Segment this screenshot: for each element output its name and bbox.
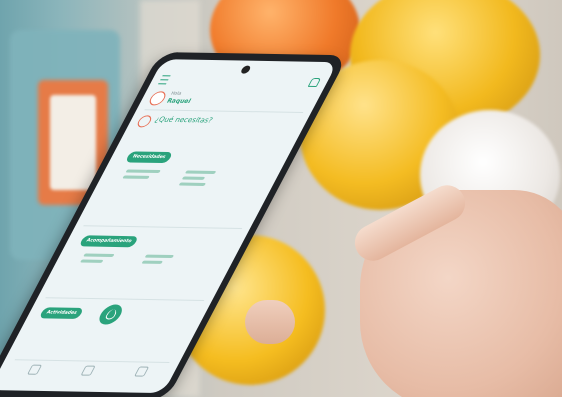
- photo-scene: Hola Raquel ¿Qué necesitas? Necesidades …: [0, 0, 562, 397]
- section-button-activities[interactable]: Actividades: [38, 307, 85, 319]
- leaf-button[interactable]: [95, 304, 126, 325]
- bell-icon[interactable]: [307, 77, 322, 88]
- section-item[interactable]: [80, 253, 128, 264]
- menu-icon[interactable]: [158, 75, 171, 85]
- greeting-name: Raquel: [165, 97, 193, 105]
- greeting-small: Hola: [169, 91, 183, 97]
- divider: [83, 225, 243, 230]
- divider: [144, 109, 304, 114]
- leaf-icon: [104, 309, 119, 320]
- section-button-support[interactable]: Acompañamiento: [78, 235, 139, 248]
- section-button-needs[interactable]: Necesidades: [124, 151, 173, 164]
- section-item[interactable]: [178, 170, 231, 187]
- section-item[interactable]: [141, 254, 190, 265]
- nav-profile-icon[interactable]: [134, 366, 150, 377]
- thumb: [245, 300, 295, 344]
- background-sign-white: [50, 95, 96, 190]
- bottom-nav: [7, 359, 170, 377]
- front-camera: [239, 65, 252, 74]
- question-icon: [135, 115, 154, 128]
- section-item[interactable]: [122, 169, 170, 179]
- nav-home-icon[interactable]: [27, 364, 43, 375]
- divider: [45, 297, 205, 302]
- app-topbar: [157, 75, 322, 88]
- question-text: ¿Qué necesitas?: [153, 115, 215, 125]
- nav-center-icon[interactable]: [80, 365, 96, 376]
